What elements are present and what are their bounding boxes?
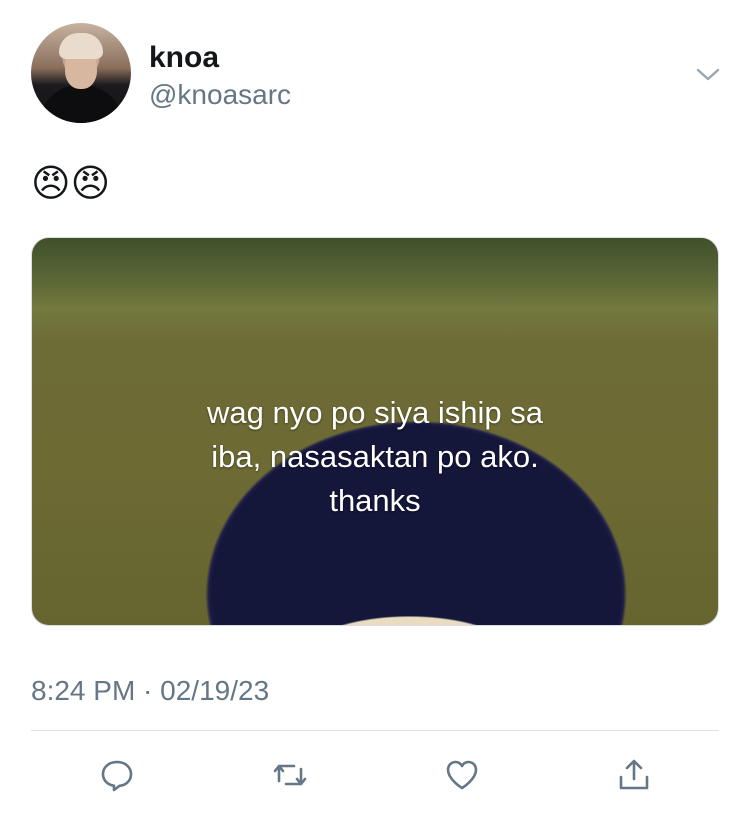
chevron-down-icon[interactable] (694, 60, 722, 88)
display-name[interactable]: knoa (149, 41, 219, 75)
avatar[interactable] (31, 23, 131, 123)
like-button[interactable] (440, 753, 484, 797)
reply-button[interactable] (95, 753, 139, 797)
media-caption-line: thanks (329, 483, 421, 518)
media-caption-line: wag nyo po siya iship sa (206, 395, 544, 430)
tweet-timestamp[interactable]: 8:24 PM · 02/19/23 (31, 674, 269, 708)
tweet-media[interactable]: wag nyo po siya iship sa iba, nasasaktan… (31, 237, 719, 626)
retweet-button[interactable] (268, 753, 312, 797)
share-icon (619, 759, 649, 790)
tweet-actions (0, 753, 750, 797)
retweet-icon (273, 764, 307, 786)
tweet-text: 😠😠 (31, 163, 111, 205)
heart-icon (446, 760, 478, 790)
reply-icon (101, 760, 133, 792)
user-handle[interactable]: @knoasarc (149, 78, 291, 112)
media-caption: wag nyo po siya iship sa iba, nasasaktan… (32, 391, 718, 523)
share-button[interactable] (612, 753, 656, 797)
media-caption-line: iba, nasasaktan po ako. (211, 439, 539, 474)
divider (31, 730, 719, 731)
